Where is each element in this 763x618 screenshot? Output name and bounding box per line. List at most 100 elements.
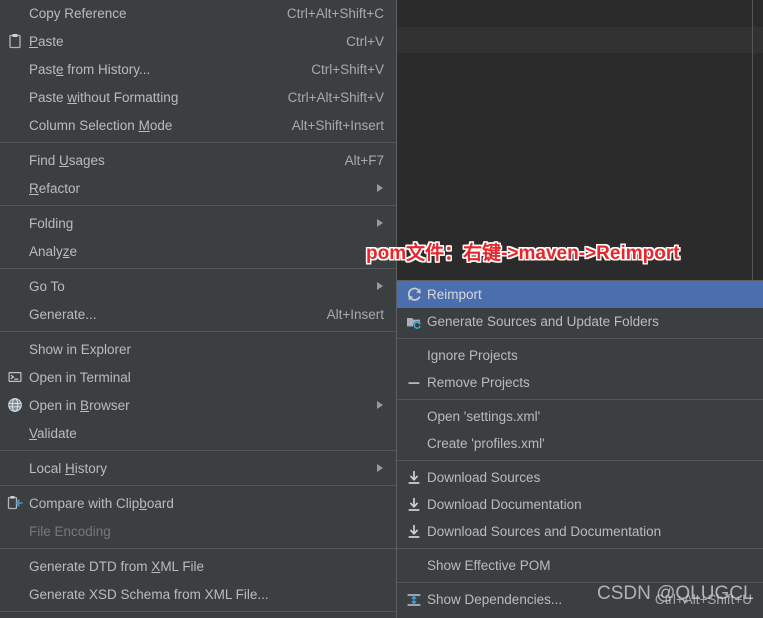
menu-item-open-in-browser[interactable]: Open in Browser — [0, 391, 396, 419]
blank-icon — [1, 423, 29, 443]
diagram-icon — [401, 590, 427, 610]
menu-item-label: Paste without Formatting — [29, 89, 179, 105]
menu-item-copy-reference[interactable]: Copy Reference Ctrl+Alt+Shift+C — [0, 0, 396, 27]
menu-item-paste-without-formatting[interactable]: Paste without Formatting Ctrl+Alt+Shift+V — [0, 83, 396, 111]
screen: Copy Reference Ctrl+Alt+Shift+C Paste Ctrl+… — [0, 0, 763, 618]
download-icon — [401, 468, 427, 488]
menu-item-label: Generate... — [29, 306, 97, 322]
menu-item-show-dependencies[interactable]: Show Dependencies... Ctrl+Alt+Shift+U — [397, 586, 763, 613]
folder-refresh-icon — [401, 312, 427, 332]
menu-item-generate-sources-and-update-folders[interactable]: Generate Sources and Update Folders — [397, 308, 763, 335]
menu-item-reimport[interactable]: Reimport — [397, 281, 763, 308]
menu-separator — [0, 485, 396, 486]
blank-icon — [401, 407, 427, 427]
menu-item-label: Compare with Clipboard — [29, 495, 174, 511]
terminal-icon — [1, 367, 29, 387]
menu-item-show-dependencies-popup[interactable]: Show Dependencies Popup...Ctrl+Alt+U — [397, 613, 763, 618]
menu-item-label: Show Effective POM — [427, 558, 551, 573]
blank-icon — [1, 3, 29, 23]
minus-icon — [401, 373, 427, 393]
menu-separator — [0, 268, 396, 269]
menu-item-download-documentation[interactable]: Download Documentation — [397, 491, 763, 518]
chevron-right-icon — [374, 181, 388, 195]
menu-separator — [397, 338, 763, 339]
menu-item-label: Download Documentation — [427, 497, 582, 512]
menu-item-accelerator: Ctrl+Alt+Shift+V — [287, 89, 384, 105]
menu-item-label: Show Dependencies... — [427, 592, 563, 607]
chevron-right-icon — [374, 216, 388, 230]
menu-item-open-in-terminal[interactable]: Open in Terminal — [0, 363, 396, 391]
menu-item-create-profiles-xml[interactable]: Create 'profiles.xml' — [397, 430, 763, 457]
menu-item-download-sources[interactable]: Download Sources — [397, 464, 763, 491]
menu-item-label: Generate XSD Schema from XML File... — [29, 586, 269, 602]
blank-icon — [1, 458, 29, 478]
menu-item-ignore-projects[interactable]: Ignore Projects — [397, 342, 763, 369]
menu-item-label: Create 'profiles.xml' — [427, 436, 545, 451]
blank-icon — [1, 59, 29, 79]
blank-icon — [1, 304, 29, 324]
menu-item-label: Refactor — [29, 180, 81, 196]
clipboard-icon — [1, 31, 29, 51]
blank-icon — [401, 556, 427, 576]
menu-item-go-to[interactable]: Go To — [0, 272, 396, 300]
menu-item-accelerator: Alt+Insert — [326, 306, 384, 322]
menu-item-local-history[interactable]: Local History — [0, 454, 396, 482]
chevron-right-icon — [374, 279, 388, 293]
chevron-right-icon — [374, 398, 388, 412]
blank-icon — [1, 87, 29, 107]
menu-item-show-effective-pom[interactable]: Show Effective POM — [397, 552, 763, 579]
blank-icon — [1, 556, 29, 576]
menu-item-compare-with-clipboard[interactable]: Compare with Clipboard — [0, 489, 396, 517]
blank-icon — [1, 584, 29, 604]
blank-icon — [1, 115, 29, 135]
menu-item-label: Copy Reference — [29, 5, 127, 21]
menu-item-open-settings-xml[interactable]: Open 'settings.xml' — [397, 403, 763, 430]
menu-item-paste-from-history[interactable]: Paste from History... Ctrl+Shift+V — [0, 55, 396, 83]
menu-item-generate-dtd-from-xml-file[interactable]: Generate DTD from XML File — [0, 552, 396, 580]
menu-item-accelerator: Ctrl+V — [346, 33, 384, 49]
menu-item-label: Open 'settings.xml' — [427, 409, 541, 424]
menu-item-label: Generate DTD from XML File — [29, 558, 205, 574]
menu-item-generate-xsd-schema-from-xml-file[interactable]: Generate XSD Schema from XML File... — [0, 580, 396, 608]
menu-item-label: Reimport — [427, 287, 482, 302]
menu-separator — [0, 548, 396, 549]
menu-item-analyze[interactable]: Analyze — [0, 237, 396, 265]
menu-item-label: Download Sources — [427, 470, 541, 485]
download-icon — [401, 522, 427, 542]
editor-highlight-band — [395, 27, 763, 53]
blank-icon — [401, 346, 427, 366]
menu-item-label: Paste — [29, 33, 64, 49]
menu-item-accelerator: Alt+Shift+Insert — [291, 117, 384, 133]
annotation-text: pom文件：右键->maven->Reimport — [366, 243, 680, 264]
editor-context-menu[interactable]: Copy Reference Ctrl+Alt+Shift+C Paste Ctrl+… — [0, 0, 397, 618]
blank-icon — [1, 241, 29, 261]
compare-clipboard-icon — [1, 493, 29, 513]
menu-item-accelerator: Ctrl+Alt+Shift+U — [654, 592, 752, 607]
menu-item-generate[interactable]: Generate... Alt+Insert — [0, 300, 396, 328]
menu-item-label: Go To — [29, 278, 65, 294]
menu-item-validate[interactable]: Validate — [0, 419, 396, 447]
menu-separator — [0, 142, 396, 143]
blank-icon — [1, 178, 29, 198]
menu-item-label: Remove Projects — [427, 375, 530, 390]
menu-item-show-in-explorer[interactable]: Show in Explorer — [0, 335, 396, 363]
menu-separator — [0, 205, 396, 206]
menu-item-label: Column Selection Mode — [29, 117, 173, 133]
maven-submenu[interactable]: Reimport Generate Sources and Update Fold… — [396, 280, 763, 618]
menu-item-refactor[interactable]: Refactor — [0, 174, 396, 202]
menu-item-folding[interactable]: Folding — [0, 209, 396, 237]
menu-item-label: Open in Terminal — [29, 369, 131, 385]
menu-item-accelerator: Ctrl+Alt+Shift+C — [286, 5, 384, 21]
menu-item-paste[interactable]: Paste Ctrl+V — [0, 27, 396, 55]
menu-item-label: File Encoding — [29, 523, 111, 539]
menu-item-remove-projects[interactable]: Remove Projects — [397, 369, 763, 396]
menu-item-label: Ignore Projects — [427, 348, 518, 363]
menu-separator — [397, 548, 763, 549]
blank-icon — [401, 434, 427, 454]
menu-item-label: Folding — [29, 215, 74, 231]
menu-item-label: Download Sources and Documentation — [427, 524, 662, 539]
menu-item-find-usages[interactable]: Find Usages Alt+F7 — [0, 146, 396, 174]
menu-item-column-selection-mode[interactable]: Column Selection Mode Alt+Shift+Insert — [0, 111, 396, 139]
menu-item-download-sources-and-documentation[interactable]: Download Sources and Documentation — [397, 518, 763, 545]
menu-item-accelerator: Ctrl+Shift+V — [311, 61, 384, 77]
